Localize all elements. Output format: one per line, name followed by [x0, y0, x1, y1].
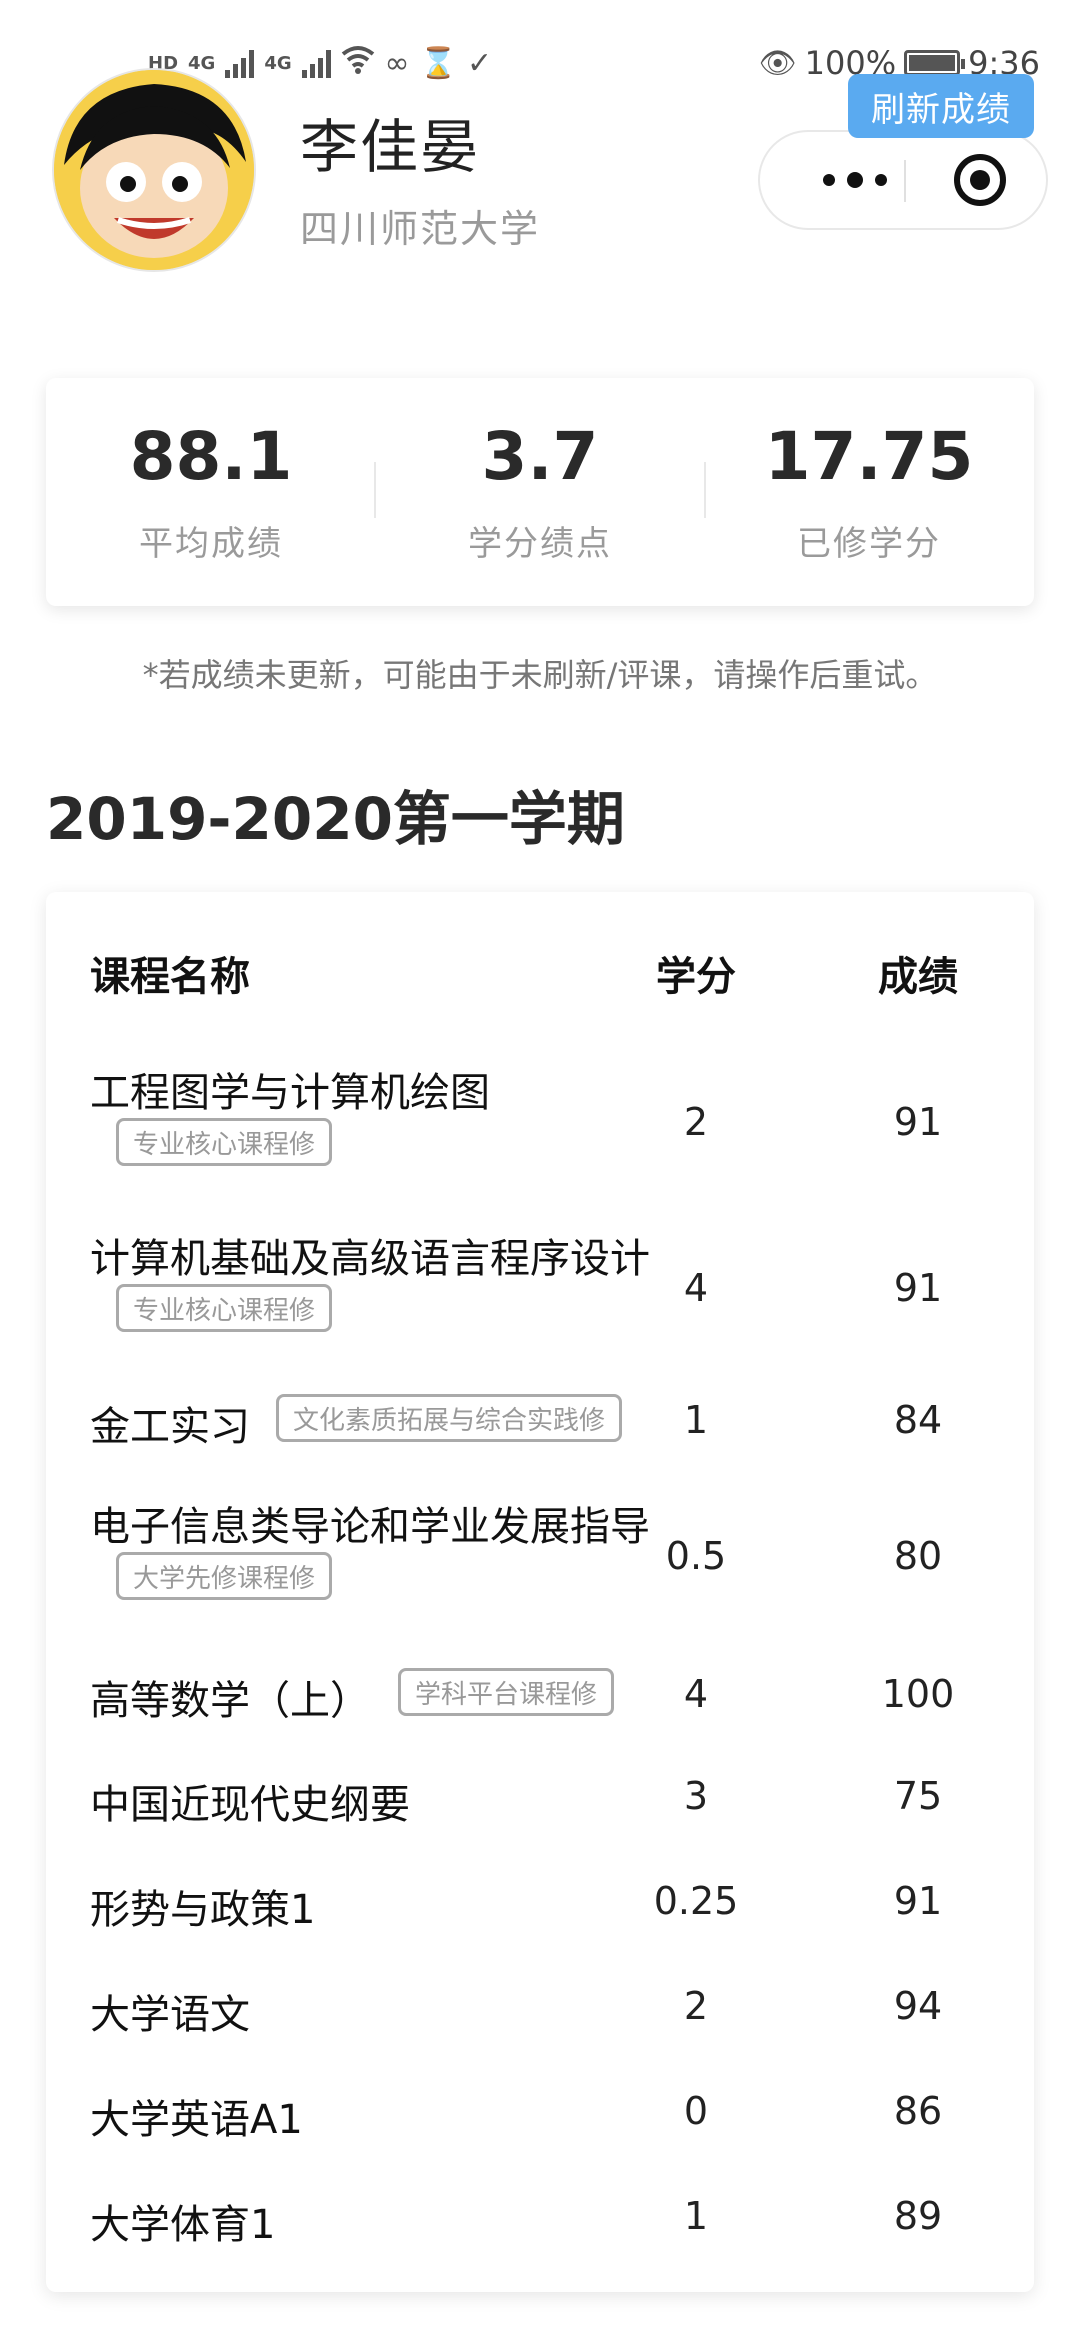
course-name: 大学英语A1 — [90, 2097, 303, 2143]
stat-gpa-label: 学分绩点 — [468, 524, 612, 564]
signal-icon — [225, 48, 255, 78]
avatar[interactable] — [52, 68, 256, 272]
table-row[interactable]: 计算机基础及高级语言程序设计 专业核心课程修 4 91 — [46, 1226, 1034, 1376]
more-icon[interactable] — [810, 132, 900, 228]
table-row[interactable]: 金工实习 文化素质拓展与综合实践修 1 84 — [46, 1390, 1034, 1470]
course-name: 形势与政策1 — [90, 1887, 316, 1933]
course-name: 高等数学（上） — [90, 1678, 370, 1724]
stat-credits: 17.75 已修学分 — [704, 378, 1034, 606]
course-credit: 0.25 — [653, 1879, 739, 1923]
course-score: 91 — [893, 1100, 943, 1144]
avatar-image — [54, 70, 254, 270]
table-row[interactable]: 大学英语A1 0 86 — [46, 2087, 1034, 2157]
course-credit: 1 — [683, 1398, 709, 1442]
hourglass-icon: ⌛ — [419, 45, 457, 81]
miniprogram-capsule — [758, 130, 1048, 230]
term-title: 2019-2020第一学期 — [46, 785, 625, 853]
course-credit: 1 — [683, 2194, 709, 2238]
grades-table: 课程名称 学分 成绩 工程图学与计算机绘图 专业核心课程修 2 91 计算机基础… — [46, 892, 1034, 2292]
course-name: 电子信息类导论和学业发展指导 — [90, 1504, 650, 1550]
course-credit: 2 — [683, 1100, 709, 1144]
course-tag: 大学先修课程修 — [116, 1552, 333, 1600]
table-row[interactable]: 高等数学（上） 学科平台课程修 4 100 — [46, 1664, 1034, 1744]
stat-average-label: 平均成绩 — [139, 524, 283, 564]
course-credit: 4 — [683, 1266, 709, 1310]
course-name: 工程图学与计算机绘图 — [90, 1070, 490, 1116]
header-course: 课程名称 — [90, 954, 250, 1000]
table-row[interactable]: 中国近现代史纲要 3 75 — [46, 1772, 1034, 1842]
infinity-icon: ∞ — [384, 45, 410, 81]
battery-icon — [904, 50, 966, 76]
refresh-grades-button[interactable]: 刷新成绩 — [848, 74, 1034, 138]
refresh-hint: *若成绩未更新，可能由于未刷新/评课，请操作后重试。 — [142, 656, 938, 694]
course-score: 94 — [893, 1984, 943, 2028]
course-score: 75 — [893, 1774, 943, 1818]
wifi-icon — [341, 44, 375, 82]
network-type-2: 4G — [264, 52, 292, 74]
close-target-icon[interactable] — [954, 154, 1006, 206]
course-tag: 专业核心课程修 — [116, 1118, 333, 1166]
course-name: 大学体育1 — [90, 2202, 276, 2248]
stat-gpa-value: 3.7 — [481, 418, 599, 495]
status-left: HD 4G 4G ∞ ⌛ ✓ — [148, 44, 492, 82]
stat-gpa: 3.7 学分绩点 — [375, 378, 705, 606]
network-type-1: 4G — [188, 52, 216, 74]
table-row[interactable]: 大学体育1 1 89 — [46, 2192, 1034, 2262]
eye-icon: 👁 — [758, 45, 797, 81]
course-score: 91 — [893, 1266, 943, 1310]
stat-credits-value: 17.75 — [764, 418, 974, 495]
grades-page: HD 4G 4G ∞ ⌛ ✓ 👁 100% 9:36 李佳晏 四川师范大学 刷新… — [0, 0, 1080, 2340]
table-row[interactable]: 电子信息类导论和学业发展指导 大学先修课程修 0.5 80 — [46, 1494, 1034, 1644]
course-credit: 3 — [683, 1774, 709, 1818]
course-score: 86 — [893, 2089, 943, 2133]
course-score: 100 — [881, 1672, 955, 1716]
course-name: 大学语文 — [90, 1992, 250, 2038]
course-score: 89 — [893, 2194, 943, 2238]
check-circle-icon: ✓ — [467, 45, 493, 81]
table-row[interactable]: 形势与政策1 0.25 91 — [46, 1877, 1034, 1947]
stat-average: 88.1 平均成绩 — [46, 378, 376, 606]
header-score: 成绩 — [878, 954, 958, 1000]
course-credit: 4 — [683, 1672, 709, 1716]
stat-credits-label: 已修学分 — [797, 524, 941, 564]
capsule-divider — [904, 160, 906, 202]
school-name: 四川师范大学 — [300, 207, 541, 251]
course-name: 金工实习 — [90, 1404, 250, 1450]
course-score: 91 — [893, 1879, 943, 1923]
header-credit: 学分 — [656, 954, 736, 1000]
course-score: 80 — [893, 1534, 943, 1578]
course-credit: 2 — [683, 1984, 709, 2028]
course-name: 中国近现代史纲要 — [90, 1782, 410, 1828]
stat-average-value: 88.1 — [129, 418, 293, 495]
course-tag: 文化素质拓展与综合实践修 — [276, 1394, 623, 1442]
course-tag: 学科平台课程修 — [398, 1668, 615, 1716]
course-score: 84 — [893, 1398, 943, 1442]
stats-card: 88.1 平均成绩 3.7 学分绩点 17.75 已修学分 — [46, 378, 1034, 606]
table-row[interactable]: 工程图学与计算机绘图 专业核心课程修 2 91 — [46, 1060, 1034, 1210]
user-name: 李佳晏 — [300, 113, 481, 181]
course-credit: 0 — [683, 2089, 709, 2133]
signal-icon-2 — [301, 48, 331, 78]
course-tag: 专业核心课程修 — [116, 1284, 333, 1332]
table-row[interactable]: 大学语文 2 94 — [46, 1982, 1034, 2052]
course-name: 计算机基础及高级语言程序设计 — [90, 1236, 650, 1282]
course-credit: 0.5 — [665, 1534, 727, 1578]
